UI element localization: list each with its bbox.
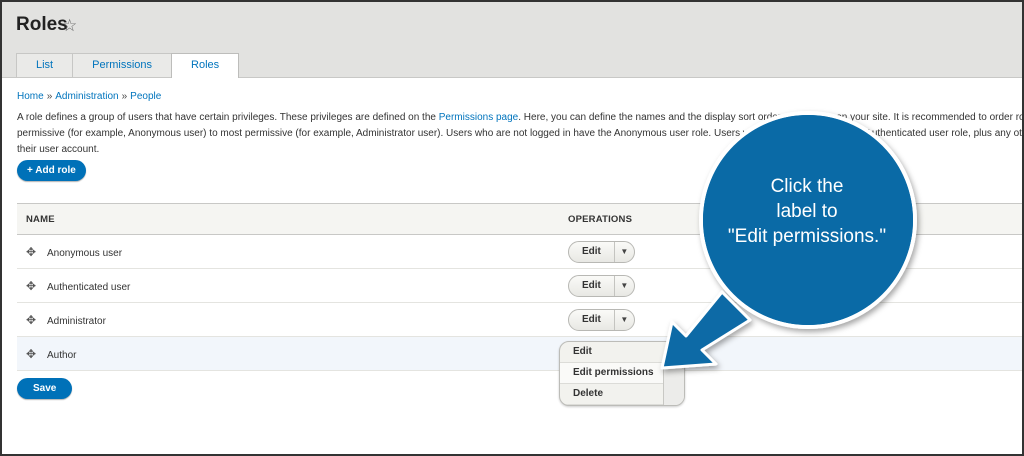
dropdown-toggle-column	[663, 362, 684, 405]
drag-handle-icon[interactable]: ✥	[26, 245, 38, 259]
chevron-down-icon[interactable]: ▼	[615, 276, 634, 296]
role-name-cell: ✥ Administrator	[17, 302, 559, 337]
menu-item-delete[interactable]: Delete	[560, 384, 665, 405]
role-name-cell: ✥ Author	[17, 336, 559, 371]
star-icon[interactable]: ☆	[62, 16, 77, 36]
description-text: A role defines a group of users that hav…	[17, 112, 439, 123]
breadcrumb-separator: »	[46, 91, 53, 102]
role-name: Authenticated user	[47, 281, 131, 293]
menu-item-edit-permissions[interactable]: Edit permissions	[560, 363, 665, 384]
table-row: ✥ Administrator Edit ▼	[17, 302, 1022, 337]
operations-dropbutton: Edit ▼	[568, 274, 635, 297]
tab-permissions[interactable]: Permissions	[72, 53, 173, 77]
callout-line: Click the	[770, 176, 844, 197]
tab-roles[interactable]: Roles	[171, 53, 240, 78]
breadcrumb-separator: »	[121, 91, 128, 102]
tab-bar: List Permissions Roles	[16, 53, 240, 78]
breadcrumb-people[interactable]: People	[130, 91, 161, 102]
drag-handle-icon[interactable]: ✥	[26, 279, 38, 293]
edit-button[interactable]: Edit	[569, 309, 615, 330]
drag-handle-icon[interactable]: ✥	[26, 347, 38, 361]
callout-line: label to	[776, 201, 838, 222]
chevron-down-icon[interactable]: ▼	[615, 242, 634, 262]
roles-description: A role defines a group of users that hav…	[17, 110, 1022, 158]
column-header-name: NAME	[17, 203, 559, 235]
page-title: Roles	[16, 14, 68, 35]
breadcrumb: Home» Administration» People	[17, 91, 161, 102]
role-name: Anonymous user	[47, 247, 123, 259]
operations-cell: Edit ▼	[559, 268, 1022, 303]
page-header: Roles ☆ List Permissions Roles	[2, 2, 1022, 78]
add-role-button[interactable]: + Add role	[17, 160, 86, 181]
operations-dropbutton: Edit ▼	[568, 308, 635, 331]
table-row: ✥ Author	[17, 336, 1022, 371]
operations-cell: Edit ▼	[559, 302, 1022, 337]
menu-item-edit[interactable]: Edit	[560, 342, 665, 363]
operations-dropbutton: Edit ▼	[568, 240, 635, 263]
browser-frame: Roles ☆ List Permissions Roles Home» Admi…	[0, 0, 1024, 456]
edit-button[interactable]: Edit	[569, 241, 615, 262]
role-name-cell: ✥ Anonymous user	[17, 234, 559, 269]
role-name-cell: ✥ Authenticated user	[17, 268, 559, 303]
callout-text: Click the label to "Edit permissions."	[702, 174, 912, 249]
role-name: Author	[47, 349, 77, 361]
permissions-page-link[interactable]: Permissions page	[439, 112, 518, 123]
operations-dropdown-menu: Edit Edit permissions Delete	[559, 341, 685, 406]
callout-line: "Edit permissions."	[727, 226, 887, 247]
role-name: Administrator	[47, 315, 106, 327]
edit-button[interactable]: Edit	[569, 275, 615, 296]
drag-handle-icon[interactable]: ✥	[26, 313, 38, 327]
tab-list[interactable]: List	[16, 53, 74, 77]
save-button[interactable]: Save	[17, 378, 73, 399]
chevron-down-icon[interactable]: ▼	[615, 310, 634, 330]
breadcrumb-administration[interactable]: Administration	[55, 91, 118, 102]
table-row: ✥ Authenticated user Edit ▼	[17, 268, 1022, 303]
breadcrumb-home[interactable]: Home	[17, 91, 44, 102]
